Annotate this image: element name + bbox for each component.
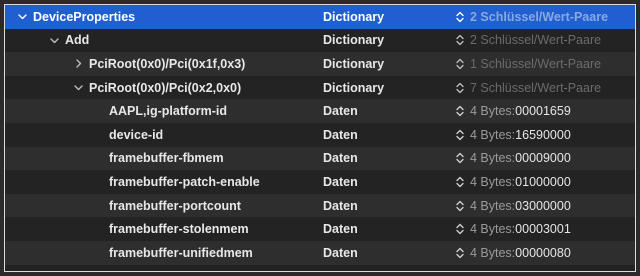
stepper-icon[interactable] bbox=[455, 128, 465, 142]
chevron-down-icon[interactable] bbox=[71, 83, 85, 92]
key-label: framebuffer-unifiedmem bbox=[109, 245, 253, 260]
outline-row[interactable]: DeviceProperties Dictionary 2 Schlüssel/We… bbox=[5, 5, 635, 29]
key-label: framebuffer-patch-enable bbox=[109, 174, 260, 189]
type-cell[interactable]: Dictionary bbox=[323, 10, 384, 24]
type-cell[interactable]: Daten bbox=[323, 151, 358, 165]
value-cell[interactable]: 7 Schlüssel/Wert-Paare bbox=[455, 81, 601, 95]
value-text: 00001659 bbox=[515, 104, 571, 119]
stepper-icon[interactable] bbox=[455, 151, 465, 165]
row-key: framebuffer-unifiedmem bbox=[109, 246, 253, 260]
value-cell[interactable]: 4 Bytes: 01000000 bbox=[455, 175, 571, 189]
value-cell[interactable]: 4 Bytes: 00000080 bbox=[455, 246, 571, 260]
row-key: framebuffer-stolenmem bbox=[109, 222, 249, 236]
outline-row[interactable]: PciRoot(0x0)/Pci(0x2,0x0) Dictionary 7 Sch… bbox=[5, 75, 635, 100]
value-text: 16590000 bbox=[515, 127, 571, 142]
value-text: 03000000 bbox=[515, 198, 571, 213]
value-text: 1 Schlüssel/Wert-Paare bbox=[470, 56, 602, 71]
value-cell[interactable]: 4 Bytes: 03000000 bbox=[455, 199, 571, 213]
value-prefix: 4 Bytes: bbox=[470, 151, 516, 166]
key-label: PciRoot(0x0)/Pci(0x2,0x0) bbox=[89, 80, 242, 95]
stepper-icon[interactable] bbox=[455, 246, 465, 260]
key-label: device-id bbox=[109, 127, 164, 142]
row-key: framebuffer-fbmem bbox=[109, 151, 224, 165]
stepper-icon[interactable] bbox=[455, 222, 465, 236]
outline-row[interactable]: PciRoot(0x0)/Pci(0x1f,0x3) Dictionary 1 Sc… bbox=[5, 52, 635, 76]
key-label: AAPL,ig-platform-id bbox=[109, 104, 228, 119]
row-key: PciRoot(0x0)/Pci(0x2,0x0) bbox=[71, 81, 241, 95]
value-prefix: 4 Bytes: bbox=[470, 174, 516, 189]
outline-row[interactable]: framebuffer-patch-enable Daten 4 Bytes: 01… bbox=[5, 170, 635, 194]
row-key: PciRoot(0x0)/Pci(0x1f,0x3) bbox=[71, 57, 245, 71]
value-text: 2 Schlüssel/Wert-Paare bbox=[470, 33, 602, 48]
chevron-right-icon[interactable] bbox=[71, 59, 85, 69]
value-cell[interactable]: 2 Schlüssel/Wert-Paare bbox=[455, 33, 601, 47]
row-key: framebuffer-patch-enable bbox=[109, 175, 260, 189]
outline-row[interactable]: framebuffer-stolenmem Daten 4 Bytes: 00003… bbox=[5, 217, 635, 241]
outline-row[interactable]: framebuffer-fbmem Daten 4 Bytes: 00009000 bbox=[5, 146, 635, 171]
value-prefix: 4 Bytes: bbox=[470, 127, 516, 142]
value-prefix: 4 Bytes: bbox=[470, 222, 516, 237]
row-key: DeviceProperties bbox=[15, 10, 135, 24]
value-text: 01000000 bbox=[515, 174, 571, 189]
outline-row[interactable]: Add Dictionary 2 Schlüssel/Wert-Paare bbox=[5, 28, 635, 53]
stepper-icon[interactable] bbox=[455, 57, 465, 71]
chevron-down-icon[interactable] bbox=[15, 12, 29, 21]
type-cell[interactable]: Daten bbox=[323, 175, 358, 189]
value-text: 00009000 bbox=[515, 151, 571, 166]
row-key: device-id bbox=[109, 128, 163, 142]
stepper-icon[interactable] bbox=[455, 199, 465, 213]
outline-row[interactable]: AAPL,ig-platform-id Daten 4 Bytes: 0000165… bbox=[5, 99, 635, 123]
value-text: 00003001 bbox=[515, 222, 571, 237]
value-prefix: 4 Bytes: bbox=[470, 245, 516, 260]
type-cell[interactable]: Daten bbox=[323, 199, 358, 213]
key-label: DeviceProperties bbox=[33, 9, 136, 24]
value-cell[interactable]: 4 Bytes: 00001659 bbox=[455, 104, 571, 118]
value-text: 2 Schlüssel/Wert-Paare bbox=[470, 9, 609, 24]
key-label: framebuffer-portcount bbox=[109, 198, 241, 213]
stepper-icon[interactable] bbox=[455, 10, 465, 24]
value-text: 00000080 bbox=[515, 245, 571, 260]
key-label: framebuffer-stolenmem bbox=[109, 222, 249, 237]
key-label: framebuffer-fbmem bbox=[109, 151, 224, 166]
row-key: Add bbox=[47, 33, 89, 47]
value-cell[interactable]: 1 Schlüssel/Wert-Paare bbox=[455, 57, 601, 71]
stepper-icon[interactable] bbox=[455, 104, 465, 118]
value-prefix: 4 Bytes: bbox=[470, 104, 516, 119]
type-cell[interactable]: Daten bbox=[323, 222, 358, 236]
value-cell[interactable]: 4 Bytes: 00003001 bbox=[455, 222, 571, 236]
type-cell[interactable]: Dictionary bbox=[323, 33, 384, 47]
value-prefix: 4 Bytes: bbox=[470, 198, 516, 213]
key-label: Add bbox=[65, 33, 90, 48]
outline-row[interactable]: device-id Daten 4 Bytes: 16590000 bbox=[5, 122, 635, 147]
type-cell[interactable]: Dictionary bbox=[323, 57, 384, 71]
type-cell[interactable]: Daten bbox=[323, 246, 358, 260]
type-cell[interactable]: Daten bbox=[323, 104, 358, 118]
key-label: PciRoot(0x0)/Pci(0x1f,0x3) bbox=[89, 56, 246, 71]
plist-editor-outline: DeviceProperties Dictionary 2 Schlüssel/We… bbox=[4, 4, 636, 272]
stepper-icon[interactable] bbox=[455, 81, 465, 95]
stepper-icon[interactable] bbox=[455, 33, 465, 47]
value-cell[interactable]: 2 Schlüssel/Wert-Paare bbox=[455, 10, 608, 24]
row-key: AAPL,ig-platform-id bbox=[109, 104, 227, 118]
type-cell[interactable]: Daten bbox=[323, 128, 358, 142]
value-text: 7 Schlüssel/Wert-Paare bbox=[470, 80, 602, 95]
outline-row[interactable]: framebuffer-portcount Daten 4 Bytes: 03000… bbox=[5, 193, 635, 218]
value-cell[interactable]: 4 Bytes: 00009000 bbox=[455, 151, 571, 165]
stepper-icon[interactable] bbox=[455, 175, 465, 189]
row-key: framebuffer-portcount bbox=[109, 199, 241, 213]
value-cell[interactable]: 4 Bytes: 16590000 bbox=[455, 128, 571, 142]
chevron-down-icon[interactable] bbox=[47, 36, 61, 45]
type-cell[interactable]: Dictionary bbox=[323, 81, 384, 95]
outline-row[interactable]: framebuffer-unifiedmem Daten 4 Bytes: 0000… bbox=[5, 240, 635, 265]
